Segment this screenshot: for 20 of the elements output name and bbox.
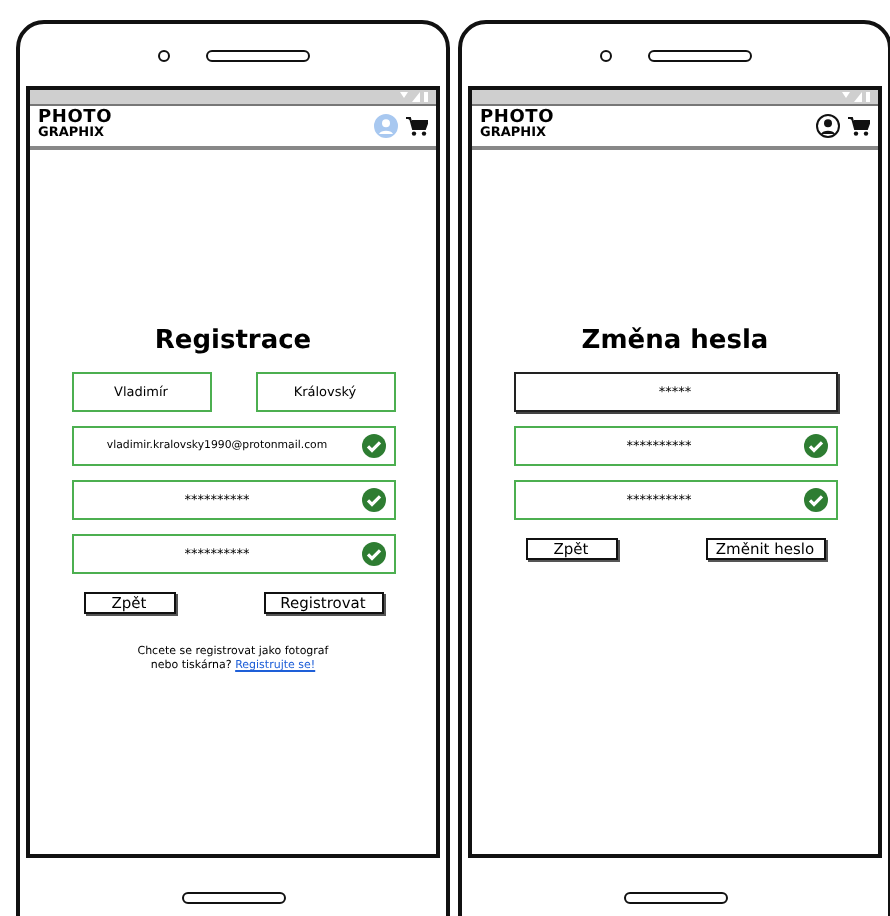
checkmark-icon <box>361 434 385 458</box>
page-title: Změna hesla <box>581 326 769 356</box>
page-title: Registrace <box>154 326 312 356</box>
logo-text: PHOTO <box>480 112 555 126</box>
cart-icon[interactable] <box>848 116 870 136</box>
camera-icon <box>599 49 611 61</box>
home-button[interactable] <box>181 891 285 903</box>
home-button[interactable] <box>623 891 727 903</box>
checkmark-icon <box>361 488 385 512</box>
camera-icon <box>157 49 169 61</box>
checkmark-icon <box>361 542 385 566</box>
speaker-icon <box>205 49 309 61</box>
signal-icon <box>400 92 428 102</box>
cart-icon[interactable] <box>406 116 428 136</box>
logo-text: PHOTO <box>38 112 113 126</box>
checkmark-icon <box>803 434 827 458</box>
checkmark-icon <box>803 488 827 512</box>
speaker-icon <box>647 49 751 61</box>
user-icon[interactable] <box>816 114 840 138</box>
signal-icon <box>842 92 870 102</box>
